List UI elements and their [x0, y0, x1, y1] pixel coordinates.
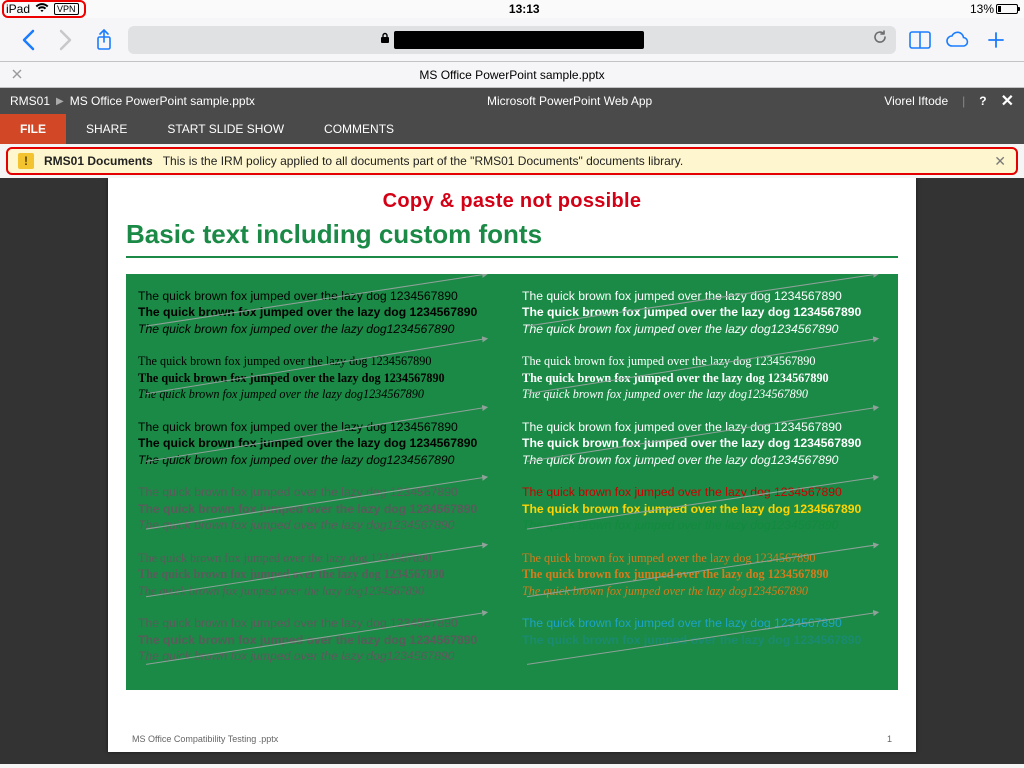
help-button[interactable]: ?	[979, 94, 986, 108]
text-block-r4: The quick brown fox jumped over the lazy…	[522, 484, 886, 533]
url-redacted	[394, 31, 644, 49]
slide: Copy & paste not possible Basic text inc…	[108, 178, 916, 752]
tab-file[interactable]: FILE	[0, 114, 66, 144]
text-block-r6: The quick brown fox jumped over the lazy…	[522, 615, 886, 664]
footer-page-number: 1	[887, 734, 892, 744]
warning-icon: !	[18, 153, 34, 169]
breadcrumb-root[interactable]: RMS01	[10, 94, 50, 108]
ios-status-bar: iPad VPN 13:13 13%	[0, 0, 1024, 18]
text-block-r2: The quick brown fox jumped over the lazy…	[522, 353, 886, 402]
wifi-icon	[35, 2, 49, 16]
annotation-copy-paste: Copy & paste not possible	[126, 190, 898, 213]
text-block-l4: The quick brown fox jumped over the lazy…	[138, 484, 502, 533]
share-button[interactable]	[90, 29, 118, 51]
slide-footer: MS Office Compatibility Testing .pptx 1	[132, 734, 892, 744]
slide-viewer[interactable]: Copy & paste not possible Basic text inc…	[0, 178, 1024, 764]
reload-button[interactable]	[872, 29, 888, 50]
clock: 13:13	[509, 2, 540, 16]
device-label: iPad	[6, 2, 30, 16]
text-block-l5: The quick brown fox jumped over the lazy…	[138, 550, 502, 599]
text-block-l6: The quick brown fox jumped over the lazy…	[138, 615, 502, 664]
bookmarks-button[interactable]	[906, 30, 934, 50]
slide-title: Basic text including custom fonts	[126, 219, 898, 258]
text-block-r1: The quick brown fox jumped over the lazy…	[522, 288, 886, 337]
close-app-button[interactable]: ✕	[1001, 91, 1014, 111]
irm-policy-text: This is the IRM policy applied to all do…	[163, 154, 684, 168]
icloud-tabs-button[interactable]	[944, 31, 972, 49]
tab-start-slide-show[interactable]: START SLIDE SHOW	[147, 114, 304, 144]
vpn-badge: VPN	[54, 3, 79, 15]
close-tab-button[interactable]	[12, 68, 22, 82]
text-block-r3: The quick brown fox jumped over the lazy…	[522, 419, 886, 468]
dismiss-banner-button[interactable]: ✕	[994, 153, 1006, 170]
chevron-right-icon: ▶	[56, 96, 64, 107]
forward-button	[52, 29, 80, 51]
footer-left: MS Office Compatibility Testing .pptx	[132, 734, 278, 744]
irm-policy-banner: ! RMS01 Documents This is the IRM policy…	[6, 147, 1018, 175]
address-bar[interactable]	[128, 26, 896, 54]
new-tab-button[interactable]	[982, 30, 1010, 50]
text-block-l1: The quick brown fox jumped over the lazy…	[138, 288, 502, 337]
app-title: Microsoft PowerPoint Web App	[487, 94, 652, 108]
battery-icon	[996, 4, 1018, 14]
safari-tab-bar: MS Office PowerPoint sample.pptx	[0, 62, 1024, 88]
tab-title[interactable]: MS Office PowerPoint sample.pptx	[419, 68, 604, 82]
battery-pct: 13%	[970, 2, 994, 16]
text-block-r5: The quick brown fox jumped over the lazy…	[522, 550, 886, 599]
text-block-l2: The quick brown fox jumped over the lazy…	[138, 353, 502, 402]
text-samples-panel: The quick brown fox jumped over the lazy…	[126, 274, 898, 690]
ribbon-tabs: FILE SHARE START SLIDE SHOW COMMENTS	[0, 114, 1024, 144]
tab-share[interactable]: SHARE	[66, 114, 147, 144]
safari-toolbar	[0, 18, 1024, 62]
irm-policy-name: RMS01 Documents	[44, 154, 153, 168]
breadcrumb-file[interactable]: MS Office PowerPoint sample.pptx	[70, 94, 255, 108]
powerpoint-header: RMS01 ▶ MS Office PowerPoint sample.pptx…	[0, 88, 1024, 114]
lock-icon	[380, 32, 390, 47]
tab-comments[interactable]: COMMENTS	[304, 114, 414, 144]
text-block-l3: The quick brown fox jumped over the lazy…	[138, 419, 502, 468]
username[interactable]: Viorel Iftode	[884, 94, 948, 108]
back-button[interactable]	[14, 29, 42, 51]
